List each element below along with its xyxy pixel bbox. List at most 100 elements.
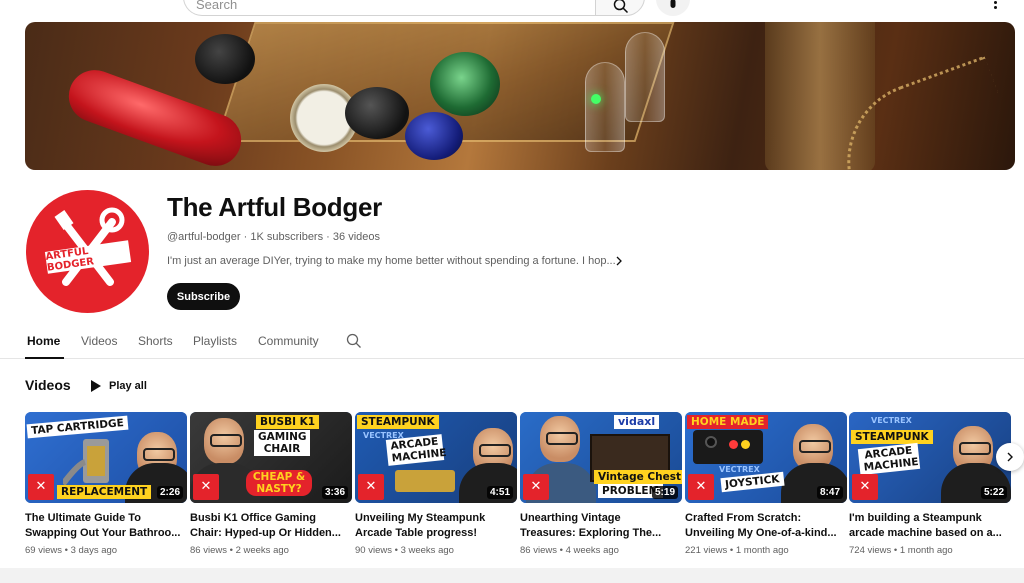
tab-community[interactable]: Community	[258, 334, 319, 348]
thumbnail-text: vidaxl	[614, 415, 660, 429]
thumbnail-text: REPLACEMENT	[57, 485, 152, 499]
upload-age: 1 month ago	[735, 545, 789, 556]
video-card[interactable]: BUSBI K1 GAMING CHAIR CHEAP & NASTY? 3:3…	[190, 412, 352, 556]
video-duration: 4:51	[486, 486, 513, 499]
video-title-line: Unearthing Vintage	[520, 512, 621, 524]
video-meta: 86 views • 2 weeks ago	[190, 545, 352, 556]
thumbnail-text: STEAMPUNK	[851, 430, 933, 444]
video-card[interactable]: VECTREX STEAMPUNK ARCADE MACHINE 5:22 I'…	[849, 412, 1011, 556]
video-title-line: Treasures: Exploring The...	[520, 527, 662, 539]
voice-search-button[interactable]	[656, 0, 690, 16]
search-button[interactable]	[595, 0, 645, 16]
top-bar: Search	[0, 0, 1024, 20]
video-title-line: Unveiling My One-of-a-kind...	[685, 527, 837, 539]
video-card[interactable]: vidaxl Vintage Chest PROBLEM 5:19 Uneart…	[520, 412, 682, 556]
video-title-line: Unveiling My Steampunk	[355, 512, 486, 524]
video-card[interactable]: STEAMPUNK VECTREX ARCADE MACHINE 4:51 Un…	[355, 412, 517, 556]
meta-separator: •	[229, 545, 233, 556]
chevron-right-icon	[1007, 452, 1013, 462]
thumbnail-text: CHEAP & NASTY?	[246, 470, 312, 496]
channel-description[interactable]: I'm just an average DIYer, trying to mak…	[167, 255, 616, 267]
meta-separator: ·	[243, 231, 248, 243]
meta-separator: ·	[326, 231, 330, 243]
video-title-line: Chair: Hyped-up Or Hidden...	[190, 527, 341, 539]
section-title: Videos	[25, 377, 71, 393]
thumbnail-text: GAMING CHAIR	[254, 430, 310, 456]
video-meta: 724 views • 1 month ago	[849, 545, 1011, 556]
channel-handle: @artful-bodger	[167, 231, 241, 243]
video-thumbnail[interactable]: VECTREX STEAMPUNK ARCADE MACHINE 5:22	[849, 412, 1011, 503]
video-thumbnail[interactable]: BUSBI K1 GAMING CHAIR CHEAP & NASTY? 3:3…	[190, 412, 352, 503]
upload-age: 2 weeks ago	[235, 545, 289, 556]
search-icon[interactable]	[346, 333, 362, 349]
video-meta: 90 views • 3 weeks ago	[355, 545, 517, 556]
upload-age: 3 days ago	[70, 545, 118, 556]
thumbnail-text: BUSBI K1	[256, 415, 320, 429]
video-duration: 5:22	[980, 486, 1007, 499]
meta-separator: •	[64, 545, 68, 556]
video-duration: 3:36	[321, 486, 348, 499]
tab-playlists[interactable]: Playlists	[193, 334, 237, 348]
view-count: 90 views	[355, 545, 392, 556]
tab-videos[interactable]: Videos	[81, 334, 117, 348]
upload-age: 1 month ago	[899, 545, 953, 556]
view-count: 86 views	[190, 545, 227, 556]
video-thumbnail[interactable]: TAP CARTRIDGE REPLACEMENT 2:26	[25, 412, 187, 503]
thumbnail-text: VECTREX	[871, 416, 912, 425]
tab-shorts[interactable]: Shorts	[138, 334, 173, 348]
meta-separator: •	[729, 545, 734, 556]
video-title-line: Busbi K1 Office Gaming	[190, 512, 316, 524]
search-input[interactable]: Search	[183, 0, 595, 16]
channel-logo-icon	[358, 474, 384, 500]
video-title[interactable]: Busbi K1 Office Gaming Chair: Hyped-up O…	[190, 511, 352, 541]
video-title[interactable]: I'm building a Steampunk arcade machine …	[849, 511, 1011, 541]
channel-logo-icon	[852, 474, 878, 500]
video-duration: 2:26	[156, 486, 183, 499]
search-placeholder: Search	[196, 0, 238, 12]
video-title-line: arcade machine based on a...	[849, 527, 1002, 539]
subscriber-count: 1K subscribers	[250, 231, 324, 243]
play-all-button[interactable]: Play all	[90, 377, 147, 395]
channel-meta: @artful-bodger · 1K subscribers · 36 vid…	[167, 231, 380, 243]
channel-logo-icon	[688, 474, 714, 500]
meta-separator: •	[394, 545, 398, 556]
meta-separator: •	[559, 545, 563, 556]
play-icon	[91, 380, 101, 392]
video-title-line: Arcade Table progress!	[355, 527, 478, 539]
upload-age: 4 weeks ago	[565, 545, 619, 556]
page-bottom-edge	[0, 568, 1024, 583]
video-duration: 5:19	[651, 486, 678, 499]
channel-logo-icon	[523, 474, 549, 500]
channel-avatar[interactable]: ARTFUL BODGER	[26, 190, 149, 313]
video-thumbnail[interactable]: HOME MADE VECTREX JOYSTICK 8:47	[685, 412, 847, 503]
video-meta: 221 views • 1 month ago	[685, 545, 847, 556]
video-title[interactable]: Crafted From Scratch: Unveiling My One-o…	[685, 511, 847, 541]
video-meta: 86 views • 4 weeks ago	[520, 545, 682, 556]
view-count: 86 views	[520, 545, 557, 556]
video-card[interactable]: TAP CARTRIDGE REPLACEMENT 2:26 The Ultim…	[25, 412, 187, 556]
video-thumbnail[interactable]: vidaxl Vintage Chest PROBLEM 5:19	[520, 412, 682, 503]
upload-age: 3 weeks ago	[400, 545, 454, 556]
chevron-right-icon[interactable]	[612, 254, 626, 268]
video-title-line: Swapping Out Your Bathroo...	[25, 527, 181, 539]
video-title-line: Crafted From Scratch:	[685, 512, 802, 524]
video-title[interactable]: Unveiling My Steampunk Arcade Table prog…	[355, 511, 517, 541]
channel-logo-icon	[28, 474, 54, 500]
tab-home[interactable]: Home	[27, 334, 60, 348]
view-count: 724 views	[849, 545, 892, 556]
video-title[interactable]: Unearthing Vintage Treasures: Exploring …	[520, 511, 682, 541]
carousel-next-button[interactable]	[996, 443, 1024, 471]
more-options-icon[interactable]	[990, 0, 1000, 10]
subscribe-button[interactable]: Subscribe	[167, 283, 240, 310]
channel-name: The Artful Bodger	[167, 192, 382, 222]
video-title[interactable]: The Ultimate Guide To Swapping Out Your …	[25, 511, 187, 541]
video-duration: 8:47	[816, 486, 843, 499]
video-thumbnail[interactable]: STEAMPUNK VECTREX ARCADE MACHINE 4:51	[355, 412, 517, 503]
channel-logo-icon	[193, 474, 219, 500]
search-icon	[613, 0, 629, 14]
thumbnail-text: STEAMPUNK	[357, 415, 439, 429]
active-tab-indicator	[25, 357, 64, 359]
video-title-line: I'm building a Steampunk	[849, 512, 982, 524]
video-card[interactable]: HOME MADE VECTREX JOYSTICK 8:47 Crafted …	[685, 412, 847, 556]
video-count: 36 videos	[332, 231, 380, 243]
